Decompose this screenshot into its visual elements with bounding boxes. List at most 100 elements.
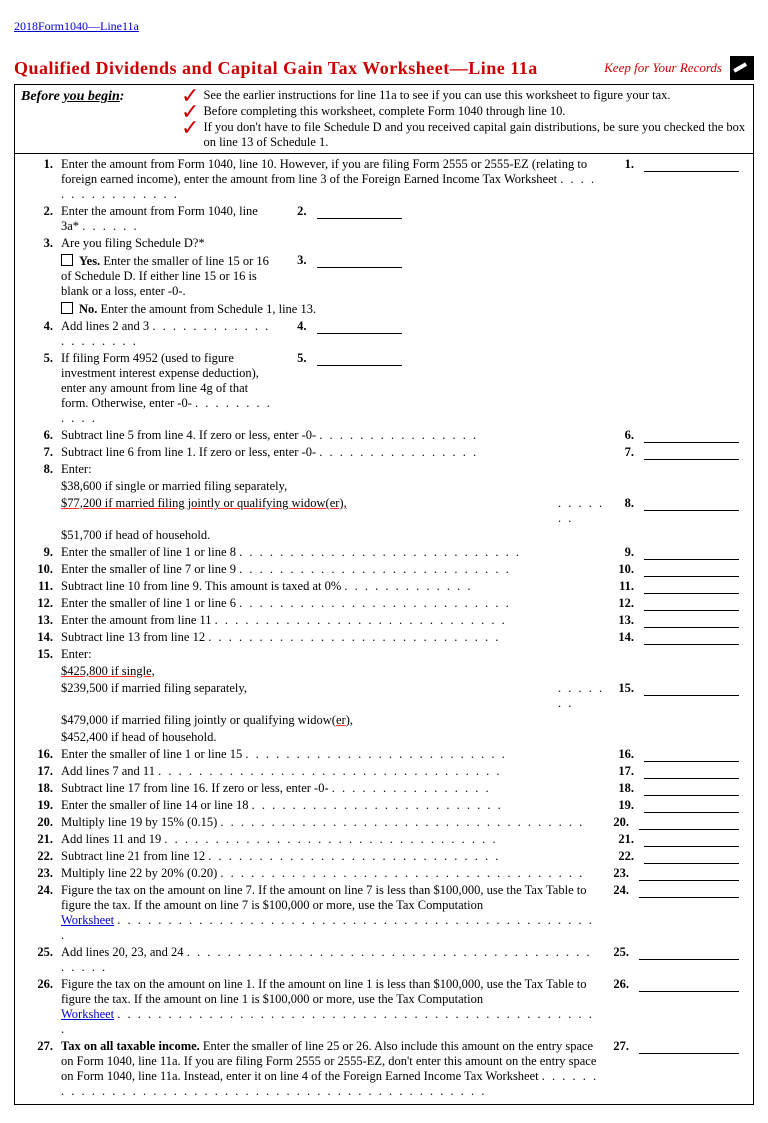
form-header-link[interactable]: 2018Form1040—Line11a xyxy=(14,19,139,33)
row-text-20: Multiply line 19 by 15% (0.15) . . . . .… xyxy=(61,815,603,830)
row-text-25: Add lines 20, 23, and 24 . . . . . . . .… xyxy=(61,945,603,975)
input-line-3[interactable] xyxy=(317,253,402,268)
field-label-27: 27. xyxy=(603,1039,629,1054)
input-line-25[interactable] xyxy=(639,945,739,960)
row-num-25: 25. xyxy=(25,945,61,960)
input-line-21[interactable] xyxy=(644,832,739,847)
input-line-16[interactable] xyxy=(644,747,739,762)
row-text-6: Subtract line 5 from line 4. If zero or … xyxy=(61,428,608,443)
colon: : xyxy=(120,89,125,104)
field-label-17: 17. xyxy=(608,764,634,779)
row-num-26: 26. xyxy=(25,977,61,992)
row-text-19: Enter the smaller of line 14 or line 18 … xyxy=(61,798,608,813)
input-line-12[interactable] xyxy=(644,596,739,611)
input-line-11[interactable] xyxy=(644,579,739,594)
input-line-26[interactable] xyxy=(639,977,739,992)
field-label-1: 1. xyxy=(608,157,634,172)
row-text-1: Enter the amount from Form 1040, line 10… xyxy=(61,157,608,202)
row-8c: $51,700 if head of household. xyxy=(61,528,612,543)
field-label-6: 6. xyxy=(608,428,634,443)
input-line-5[interactable] xyxy=(317,351,402,366)
input-line-18[interactable] xyxy=(644,781,739,796)
row-text-11: Subtract line 10 from line 9. This amoun… xyxy=(61,579,608,594)
yes-label: Yes. xyxy=(79,254,100,268)
row-num-3: 3. xyxy=(25,236,61,251)
before-line-2: Before completing this worksheet, comple… xyxy=(203,104,565,119)
field-label-11: 11. xyxy=(608,579,634,594)
row-num-11: 11. xyxy=(25,579,61,594)
row-num-6: 6. xyxy=(25,428,61,443)
before-line-3: If you don't have to file Schedule D and… xyxy=(203,120,749,150)
field-label-3: 3. xyxy=(281,253,307,268)
input-line-15[interactable] xyxy=(644,681,739,696)
input-line-23[interactable] xyxy=(639,866,739,881)
input-line-4[interactable] xyxy=(317,319,402,334)
field-label-9: 9. xyxy=(608,545,634,560)
row-num-17: 17. xyxy=(25,764,61,779)
row-num-5: 5. xyxy=(25,351,61,366)
row-text-22: Subtract line 21 from line 12 . . . . . … xyxy=(61,849,608,864)
row-num-12: 12. xyxy=(25,596,61,611)
input-line-1[interactable] xyxy=(644,157,739,172)
row-num-27: 27. xyxy=(25,1039,61,1054)
row-num-7: 7. xyxy=(25,445,61,460)
row-text-23: Multiply line 22 by 20% (0.20) . . . . .… xyxy=(61,866,603,881)
row-15b: $239,500 if married filing separately, xyxy=(61,681,558,696)
row-text-7: Subtract line 6 from line 1. If zero or … xyxy=(61,445,608,460)
input-line-13[interactable] xyxy=(644,613,739,628)
before-you-begin-label: Before you begin: xyxy=(15,85,177,153)
field-label-19: 19. xyxy=(608,798,634,813)
input-line-14[interactable] xyxy=(644,630,739,645)
row-text-17: Add lines 7 and 11 . . . . . . . . . . .… xyxy=(61,764,608,779)
input-line-2[interactable] xyxy=(317,204,402,219)
field-label-13: 13. xyxy=(608,613,634,628)
input-line-6[interactable] xyxy=(644,428,739,443)
input-line-27[interactable] xyxy=(639,1039,739,1054)
check-icon: ✓ xyxy=(181,121,199,135)
worksheet-link-24[interactable]: Worksheet xyxy=(61,913,114,927)
row-text-8: Enter: xyxy=(61,462,612,477)
row-num-14: 14. xyxy=(25,630,61,645)
input-line-10[interactable] xyxy=(644,562,739,577)
row-text-24: Figure the tax on the amount on line 7. … xyxy=(61,883,603,943)
row-text-27: Tax on all taxable income. Enter the sma… xyxy=(61,1039,603,1099)
input-line-24[interactable] xyxy=(639,883,739,898)
input-line-20[interactable] xyxy=(639,815,739,830)
row-text-14: Subtract line 13 from line 12 . . . . . … xyxy=(61,630,608,645)
row-text-12: Enter the smaller of line 1 or line 6 . … xyxy=(61,596,608,611)
row-num-2: 2. xyxy=(25,204,61,219)
checkbox-yes[interactable] xyxy=(61,254,73,266)
checkbox-no[interactable] xyxy=(61,302,73,314)
row-text-9: Enter the smaller of line 1 or line 8 . … xyxy=(61,545,608,560)
before-word: Before xyxy=(21,89,60,104)
row-num-4: 4. xyxy=(25,319,61,334)
worksheet-link-26[interactable]: Worksheet xyxy=(61,1007,114,1021)
row-num-21: 21. xyxy=(25,832,61,847)
row-num-23: 23. xyxy=(25,866,61,881)
field-label-26: 26. xyxy=(603,977,629,992)
row-15c: $479,000 if married filing jointly or qu… xyxy=(61,713,353,727)
input-line-8[interactable] xyxy=(644,496,739,511)
keep-for-records-label: Keep for Your Records xyxy=(604,60,722,76)
row-text-4: Add lines 2 and 3 . . . . . . . . . . . … xyxy=(61,319,281,349)
field-label-5: 5. xyxy=(281,351,307,366)
field-label-24: 24. xyxy=(603,883,629,898)
row-num-8: 8. xyxy=(25,462,61,477)
row-text-5: If filing Form 4952 (used to figure inve… xyxy=(61,351,281,426)
row-num-15: 15. xyxy=(25,647,61,662)
input-line-17[interactable] xyxy=(644,764,739,779)
before-instructions: ✓See the earlier instructions for line 1… xyxy=(177,85,753,153)
field-label-20: 20. xyxy=(603,815,629,830)
field-label-14: 14. xyxy=(608,630,634,645)
input-line-9[interactable] xyxy=(644,545,739,560)
field-label-2: 2. xyxy=(281,204,307,219)
no-text: Enter the amount from Schedule 1, line 1… xyxy=(101,302,317,316)
input-line-22[interactable] xyxy=(644,849,739,864)
before-you-begin-row: Before you begin: ✓See the earlier instr… xyxy=(15,85,753,154)
field-label-15: 15. xyxy=(608,681,634,696)
row-text-21: Add lines 11 and 19 . . . . . . . . . . … xyxy=(61,832,608,847)
input-line-7[interactable] xyxy=(644,445,739,460)
worksheet-box: Before you begin: ✓See the earlier instr… xyxy=(14,84,754,1105)
input-line-19[interactable] xyxy=(644,798,739,813)
row-15d: $452,400 if head of household. xyxy=(61,730,612,745)
